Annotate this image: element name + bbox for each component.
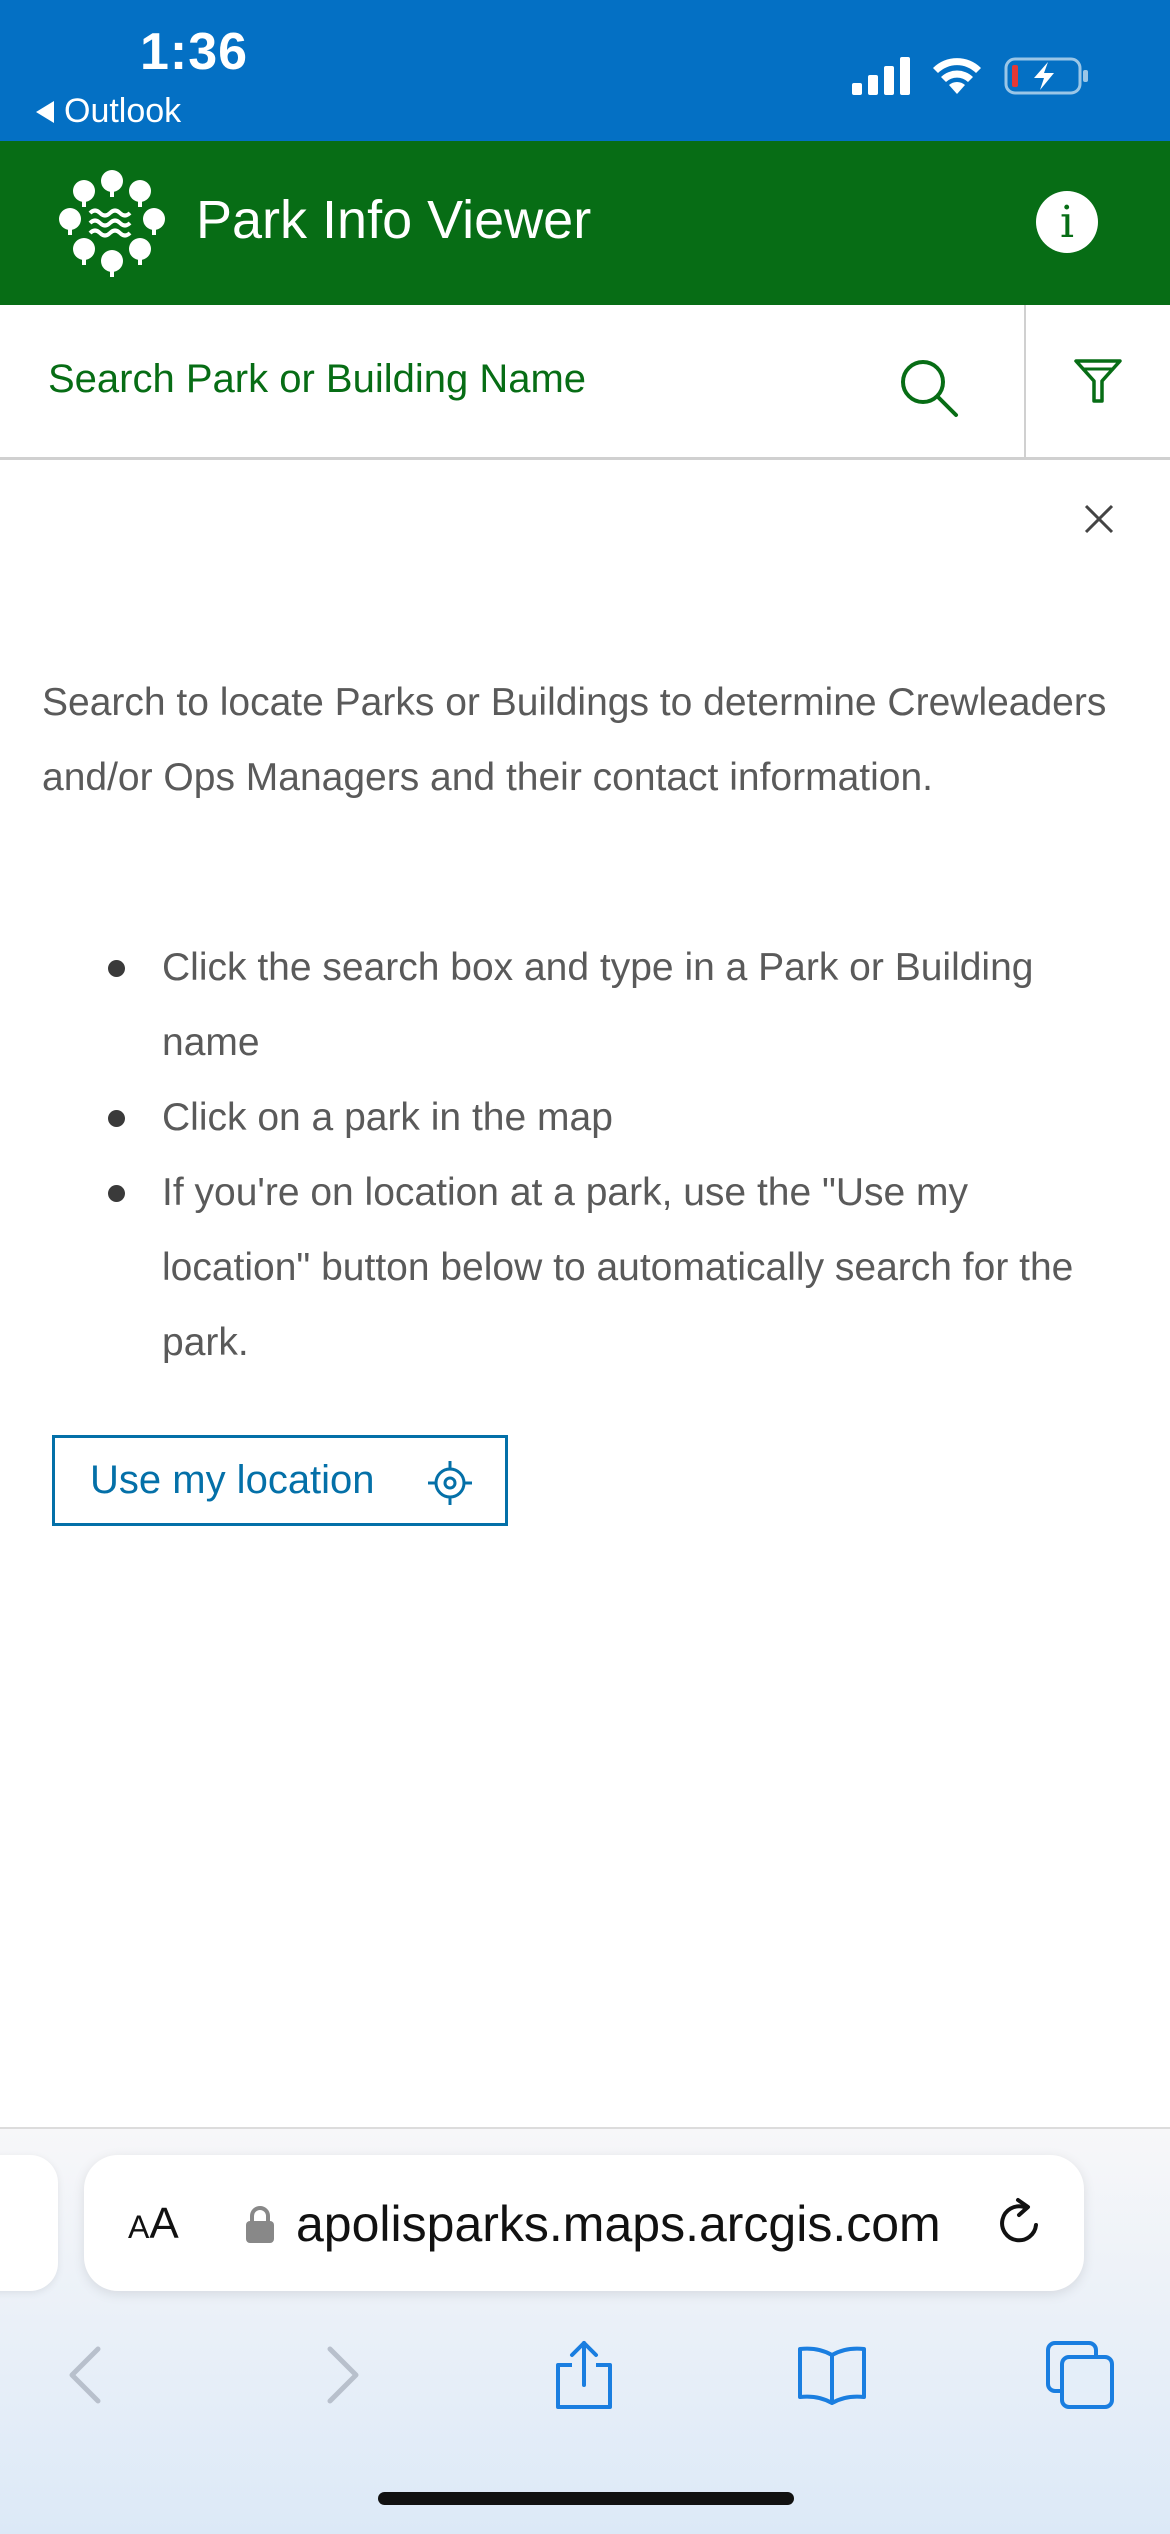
status-time: 1:36: [140, 23, 249, 81]
status-bar: 1:36 Outlook: [0, 0, 1170, 141]
info-icon[interactable]: i: [1036, 191, 1098, 253]
crosshair-icon: [428, 1461, 472, 1505]
instruction-list: Click the search box and type in a Park …: [0, 930, 1170, 1380]
browser-chrome: AA apolisparks.maps.arcgis.com: [0, 2127, 1170, 2534]
park-trees-logo: [59, 170, 165, 277]
tabs-icon[interactable]: [1044, 2339, 1116, 2411]
url-text: apolisparks.maps.arcgis.com: [296, 2196, 941, 2252]
list-item: Click on a park in the map: [0, 1080, 1122, 1155]
app-header: Park Info Viewer i: [0, 141, 1170, 305]
back-app-label: Outlook: [64, 92, 182, 130]
app-title: Park Info Viewer: [196, 190, 592, 250]
back-icon[interactable]: [52, 2339, 124, 2411]
wifi-icon: [933, 58, 981, 94]
forward-icon[interactable]: [304, 2339, 376, 2411]
reload-icon[interactable]: [994, 2197, 1046, 2249]
text-size-small: A: [128, 2209, 150, 2245]
share-icon[interactable]: [548, 2339, 620, 2411]
status-icons: [852, 56, 1090, 96]
back-to-app-link[interactable]: Outlook: [36, 92, 181, 131]
back-triangle-icon: [36, 100, 54, 123]
list-item: Click the search box and type in a Park …: [0, 930, 1122, 1080]
lock-icon: [246, 2206, 274, 2243]
search-bar: Search Park or Building Name: [0, 305, 1170, 460]
intro-text: Search to locate Parks or Buildings to d…: [42, 681, 1107, 799]
search-divider: [1024, 305, 1026, 457]
address-bar[interactable]: AA apolisparks.maps.arcgis.com: [84, 2155, 1084, 2291]
previous-tab[interactable]: [0, 2155, 58, 2291]
search-input[interactable]: Search Park or Building Name: [48, 357, 586, 402]
cellular-signal-icon: [852, 57, 910, 95]
bookmarks-icon[interactable]: [796, 2339, 868, 2411]
use-my-location-button[interactable]: Use my location: [52, 1435, 508, 1526]
list-item: If you're on location at a park, use the…: [0, 1155, 1122, 1380]
close-icon[interactable]: [1080, 500, 1118, 538]
use-my-location-label: Use my location: [90, 1458, 375, 1502]
text-size-button[interactable]: AA: [128, 2199, 179, 2249]
battery-charging-icon: [1004, 57, 1088, 95]
home-indicator: [378, 2492, 794, 2505]
search-icon[interactable]: [898, 357, 960, 419]
browser-toolbar: [0, 2319, 1170, 2439]
filter-icon[interactable]: [1072, 355, 1124, 407]
text-size-large: A: [149, 2199, 179, 2248]
